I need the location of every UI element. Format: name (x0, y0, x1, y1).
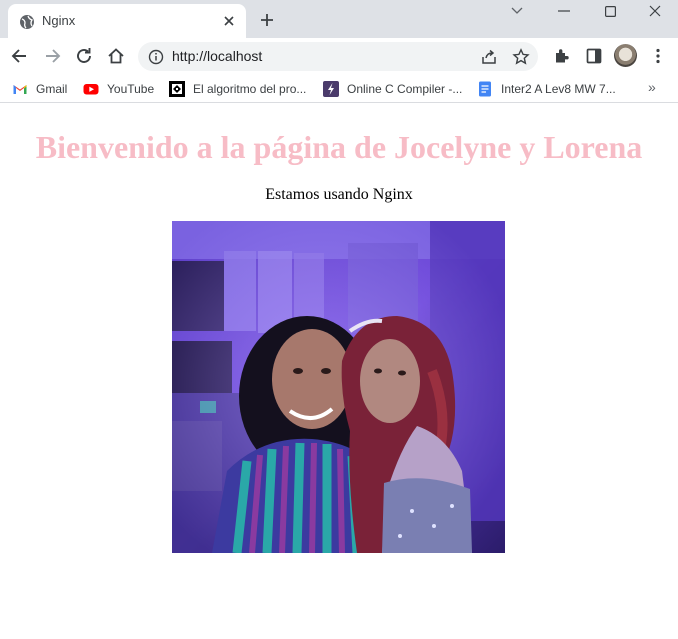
side-panel-icon[interactable] (584, 46, 604, 66)
close-tab-icon[interactable] (221, 13, 237, 29)
bookmark-label: Gmail (36, 82, 68, 96)
profile-avatar[interactable] (614, 44, 637, 67)
more-bookmarks-chevron-icon[interactable]: » (648, 79, 656, 95)
bookmark-star-icon[interactable] (512, 48, 530, 66)
docs-icon (479, 81, 491, 97)
page-subtext: Estamos usando Nginx (265, 186, 413, 203)
tab-strip: Nginx (0, 0, 678, 38)
tab-search-button[interactable] (494, 0, 540, 22)
bookmark-label: Inter2 A Lev8 MW 7... (501, 82, 616, 96)
close-icon (649, 5, 661, 17)
menu-kebab-icon[interactable] (648, 46, 668, 66)
bookmark-compiler[interactable]: Online C Compiler -... (323, 80, 462, 98)
bookmark-algoritmo[interactable]: El algoritmo del pro... (169, 80, 306, 98)
back-icon[interactable] (10, 46, 30, 66)
window-close-button[interactable] (632, 0, 678, 22)
globe-icon (20, 15, 34, 29)
bookmark-youtube[interactable]: YouTube (83, 80, 154, 98)
new-tab-icon[interactable] (258, 11, 276, 29)
reload-icon[interactable] (74, 46, 94, 66)
share-icon[interactable] (480, 48, 498, 66)
maximize-icon (604, 5, 616, 17)
bookmark-label: YouTube (107, 82, 155, 96)
site-info-icon[interactable] (148, 49, 164, 65)
url-text: http://localhost (172, 48, 263, 64)
bookmark-label: Online C Compiler -... (347, 82, 463, 96)
gmail-icon (13, 85, 27, 94)
youtube-icon (83, 84, 99, 95)
extensions-icon[interactable] (552, 46, 572, 66)
tab-title: Nginx (42, 13, 76, 28)
minimize-button[interactable] (541, 0, 587, 22)
minimize-icon (558, 10, 570, 12)
maximize-button[interactable] (587, 0, 633, 22)
chevron-down-icon (511, 7, 523, 14)
page-content: Bienvenido a la página de Jocelyne y Lor… (0, 104, 678, 639)
forward-icon[interactable] (42, 46, 62, 66)
tab-nginx[interactable]: Nginx (8, 4, 246, 38)
page-heading: Bienvenido a la página de Jocelyne y Lor… (35, 129, 643, 165)
photo-image (172, 221, 505, 553)
address-bar[interactable]: http://localhost (138, 42, 538, 71)
bookmark-label: El algoritmo del pro... (193, 82, 307, 96)
compiler-icon (323, 81, 339, 97)
bookmark-gmail[interactable]: Gmail (12, 80, 67, 98)
toolbar: http://localhost (0, 38, 678, 75)
bookmarks-bar: Gmail YouTube El algoritmo del pro... On… (0, 75, 678, 103)
algoritmo-icon (169, 81, 185, 97)
bookmark-inter2[interactable]: Inter2 A Lev8 MW 7... (477, 80, 616, 98)
home-icon[interactable] (106, 46, 126, 66)
